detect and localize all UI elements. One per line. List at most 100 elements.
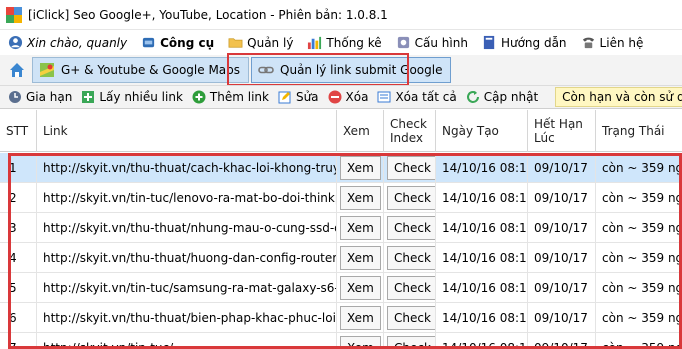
add-multiple-icon: [82, 91, 95, 103]
table-row[interactable]: 4 http://skyit.vn/thu-thuat/huong-dan-con…: [0, 243, 682, 273]
check-index-button[interactable]: Check: [387, 336, 435, 349]
cell-check: Check: [384, 333, 436, 349]
cell-link: http://skyit.vn/tin-tuc/...: [37, 333, 337, 349]
menu-greeting[interactable]: Xin chào, quanly: [8, 35, 127, 50]
menu-bar: Xin chào, quanly Công cụ Quản lý Thống k…: [0, 30, 682, 55]
delete-button[interactable]: Xóa: [328, 90, 368, 104]
cell-expires: 09/10/17: [528, 213, 596, 243]
cell-link: http://skyit.vn/thu-thuat/nhung-mau-o-cu…: [37, 213, 337, 243]
menu-config[interactable]: Cấu hình: [396, 35, 468, 50]
cell-check: Check: [384, 303, 436, 333]
table-row[interactable]: 3 http://skyit.vn/thu-thuat/nhung-mau-o-c…: [0, 213, 682, 243]
menu-tools[interactable]: Công cụ: [141, 35, 214, 50]
cell-view: Xem: [337, 183, 384, 213]
get-links-label: Lấy nhiều link: [99, 90, 183, 104]
greeting-label: Xin chào, quanly: [27, 35, 128, 50]
cell-status: còn ~ 359 ngày: [596, 273, 682, 303]
cell-status: còn ~ 359 ngày: [596, 183, 682, 213]
check-index-button[interactable]: Check: [387, 186, 435, 210]
column-header-view[interactable]: Xem: [337, 110, 384, 152]
table-row[interactable]: 5 http://skyit.vn/tin-tuc/samsung-ra-mat-…: [0, 273, 682, 303]
tab-google-maps[interactable]: G+ & Youtube & Google Maps: [32, 57, 250, 83]
view-button[interactable]: Xem: [340, 246, 381, 270]
table-row[interactable]: 7 http://skyit.vn/tin-tuc/... Xem Check 14/1…: [0, 333, 682, 349]
menu-guide[interactable]: Hướng dẫn: [482, 35, 567, 50]
home-button[interactable]: [6, 59, 28, 81]
cell-created: 14/10/16 08:19: [436, 333, 528, 349]
title-bar: [iClick] Seo Google+, YouTube, Location …: [0, 0, 682, 30]
table-row[interactable]: 1 http://skyit.vn/thu-thuat/cach-khac-loi…: [0, 153, 682, 183]
table-row[interactable]: 6 http://skyit.vn/thu-thuat/bien-phap-kha…: [0, 303, 682, 333]
menu-statistics[interactable]: Thống kê: [307, 35, 382, 50]
menu-manage[interactable]: Quản lý: [228, 35, 293, 50]
phone-icon: [582, 37, 594, 49]
column-header-created[interactable]: Ngày Tạo: [436, 110, 528, 152]
cell-check: Check: [384, 243, 436, 273]
links-grid: STT Link Xem Check Index Ngày Tạo Hết Hạ…: [0, 110, 682, 349]
cell-created: 14/10/16 08:19: [436, 243, 528, 273]
filter-status-dropdown[interactable]: Còn hạn và còn sử dụng: [555, 87, 682, 107]
cell-check: Check: [384, 183, 436, 213]
maps-icon: [40, 63, 54, 77]
menu-contact[interactable]: Liên hệ: [581, 35, 643, 50]
view-button[interactable]: Xem: [340, 336, 381, 349]
cell-created: 14/10/16 08:19: [436, 153, 528, 183]
cell-expires: 09/10/17: [528, 333, 596, 349]
delete-all-icon: [377, 91, 391, 103]
bar-chart-icon: [308, 36, 322, 50]
cell-status: còn ~ 359 ngày: [596, 213, 682, 243]
check-index-button[interactable]: Check: [387, 306, 435, 330]
column-header-check-index[interactable]: Check Index: [384, 110, 436, 152]
user-icon: [8, 35, 23, 50]
view-button[interactable]: Xem: [340, 216, 381, 240]
menu-manage-label: Quản lý: [247, 35, 294, 50]
cell-created: 14/10/16 08:19: [436, 183, 528, 213]
view-button[interactable]: Xem: [340, 186, 381, 210]
delete-all-label: Xóa tất cả: [395, 90, 457, 104]
add-link-button[interactable]: Thêm link: [192, 90, 269, 104]
view-button[interactable]: Xem: [340, 156, 381, 180]
check-index-button[interactable]: Check: [387, 276, 435, 300]
cell-view: Xem: [337, 243, 384, 273]
column-header-status[interactable]: Trạng Thái: [596, 110, 682, 152]
check-index-button[interactable]: Check: [387, 156, 435, 180]
edit-button[interactable]: Sửa: [278, 90, 319, 104]
cell-link: http://skyit.vn/thu-thuat/bien-phap-khac…: [37, 303, 337, 333]
cell-created: 14/10/16 08:19: [436, 213, 528, 243]
cell-view: Xem: [337, 153, 384, 183]
column-header-link[interactable]: Link: [37, 110, 337, 152]
check-index-button[interactable]: Check: [387, 216, 435, 240]
extend-icon: [9, 91, 21, 103]
update-button[interactable]: Cập nhật: [466, 90, 538, 104]
check-index-button[interactable]: Check: [387, 246, 435, 270]
cell-view: Xem: [337, 273, 384, 303]
cell-status: còn ~ 359 ngày: [596, 153, 682, 183]
config-icon: [397, 36, 409, 49]
cell-check: Check: [384, 273, 436, 303]
app-icon: [6, 6, 22, 23]
table-row[interactable]: 2 http://skyit.vn/tin-tuc/lenovo-ra-mat-b…: [0, 183, 682, 213]
cell-stt: 4: [0, 243, 37, 273]
book-icon: [483, 35, 495, 50]
column-header-expires[interactable]: Hết Hạn Lúc: [528, 110, 596, 152]
folder-icon: [228, 38, 243, 48]
cell-status: còn ~ 359 ngày: [596, 333, 682, 349]
cell-view: Xem: [337, 213, 384, 243]
view-button[interactable]: Xem: [340, 276, 381, 300]
cell-view: Xem: [337, 333, 384, 349]
cell-expires: 09/10/17: [528, 243, 596, 273]
extend-label: Gia hạn: [26, 90, 73, 104]
cell-link: http://skyit.vn/thu-thuat/cach-khac-loi-…: [37, 153, 337, 183]
column-header-stt[interactable]: STT: [0, 110, 37, 152]
cell-expires: 09/10/17: [528, 183, 596, 213]
menu-config-label: Cấu hình: [414, 35, 468, 50]
cell-status: còn ~ 359 ngày: [596, 243, 682, 273]
cell-stt: 3: [0, 213, 37, 243]
delete-all-button[interactable]: Xóa tất cả: [377, 90, 457, 104]
get-links-button[interactable]: Lấy nhiều link: [81, 90, 183, 104]
cell-stt: 6: [0, 303, 37, 333]
extend-button[interactable]: Gia hạn: [8, 90, 72, 104]
view-button[interactable]: Xem: [340, 306, 381, 330]
menu-guide-label: Hướng dẫn: [500, 35, 567, 50]
update-label: Cập nhật: [483, 90, 539, 104]
